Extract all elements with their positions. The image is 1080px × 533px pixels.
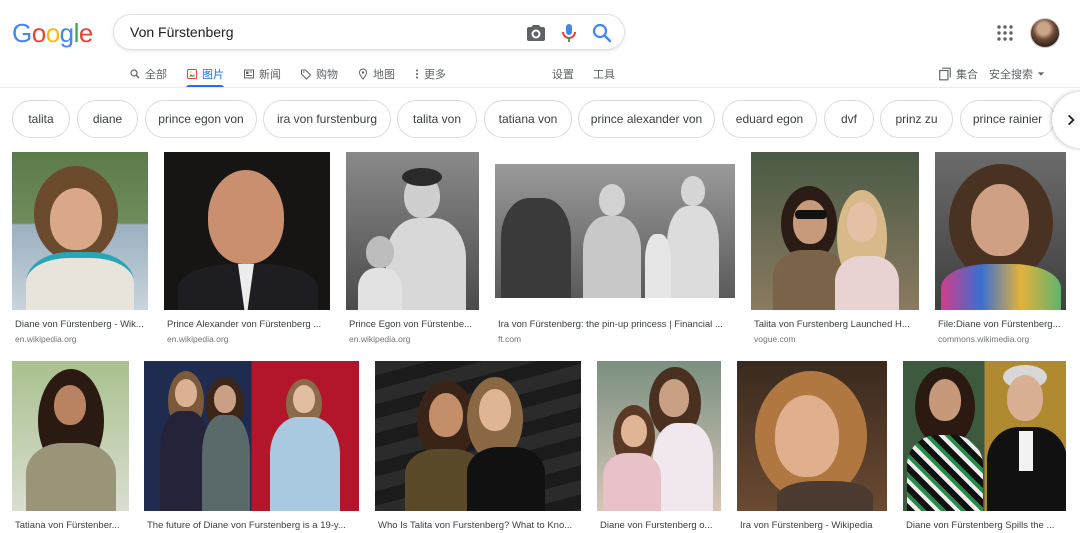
result-thumbnail <box>495 164 735 298</box>
image-result[interactable]: Diane von Furstenberg o... <box>597 361 721 533</box>
google-logo[interactable]: Google <box>12 18 93 49</box>
result-caption: Ira von Fürstenberg - Wikipedia <box>740 520 873 531</box>
result-source: en.wikipedia.org <box>167 334 229 344</box>
result-thumbnail <box>12 152 148 310</box>
result-caption: Prince Alexander von Fürstenberg ... <box>167 319 322 330</box>
tab-shopping[interactable]: 购物 <box>300 62 338 86</box>
header-divider <box>0 87 1080 88</box>
result-thumbnail <box>375 361 581 511</box>
tab-images[interactable]: 图片 <box>186 62 224 88</box>
result-thumbnail <box>144 361 359 511</box>
search-icon <box>130 69 140 79</box>
result-thumbnail <box>12 361 129 511</box>
tab-more[interactable]: 更多 <box>414 62 446 86</box>
tab-label: 地图 <box>373 69 395 81</box>
more-vert-icon <box>416 69 418 79</box>
result-source: en.wikipedia.org <box>349 334 411 344</box>
chip[interactable]: dvf <box>824 100 874 138</box>
result-caption: Diane von Fürstenberg - Wik... <box>15 319 144 330</box>
chip[interactable]: ira von furstenburg <box>263 100 391 138</box>
result-caption: Prince Egon von Fürstenbe... <box>349 319 473 330</box>
chip[interactable]: prince egon von <box>145 100 257 138</box>
image-result[interactable]: The future of Diane von Furstenberg is a… <box>144 361 359 533</box>
tag-icon <box>301 69 312 80</box>
chip[interactable]: prince alexander von <box>578 100 715 138</box>
tab-label: 安全搜索 <box>989 69 1033 81</box>
safesearch-link[interactable]: 安全搜索 <box>989 62 1045 86</box>
result-source: vogue.com <box>754 334 796 344</box>
settings-link[interactable]: 设置 <box>552 62 574 86</box>
account-avatar[interactable] <box>1030 18 1060 48</box>
apps-grid-icon[interactable] <box>996 24 1014 42</box>
camera-icon[interactable] <box>524 21 548 45</box>
chip[interactable]: talita von <box>397 100 477 138</box>
search-icon[interactable] <box>590 21 614 45</box>
image-result[interactable]: Diane von Fürstenberg Spills the ... <box>903 361 1066 533</box>
chip[interactable]: talita <box>12 100 70 138</box>
image-result[interactable]: Prince Alexander von Fürstenberg ... en.… <box>164 152 330 344</box>
tools-link[interactable]: 工具 <box>593 62 615 86</box>
result-thumbnail <box>597 361 721 511</box>
map-pin-icon <box>358 68 368 80</box>
image-icon <box>187 69 197 79</box>
tab-label: 图片 <box>202 69 224 81</box>
chip[interactable]: eduard egon <box>722 100 817 138</box>
tab-label: 更多 <box>424 69 446 81</box>
logo-letter: g <box>59 18 74 48</box>
news-icon <box>244 69 254 79</box>
result-caption: Talita von Furstenberg Launched H... <box>754 319 910 330</box>
result-source: en.wikipedia.org <box>15 334 77 344</box>
result-thumbnail <box>164 152 330 310</box>
image-result[interactable]: Ira von Fürstenberg - Wikipedia <box>737 361 887 533</box>
chip[interactable]: prince rainier <box>960 100 1055 138</box>
search-box[interactable]: Von Fürstenberg <box>113 14 625 50</box>
caret-down-icon <box>1037 72 1045 76</box>
tab-maps[interactable]: 地图 <box>357 62 395 86</box>
logo-letter: o <box>31 18 46 48</box>
chip[interactable]: tatiana von <box>484 100 572 138</box>
result-thumbnail <box>903 361 1066 511</box>
tab-label: 设置 <box>552 69 574 81</box>
result-caption: Diane von Furstenberg o... <box>600 520 713 531</box>
tab-label: 购物 <box>316 69 338 81</box>
image-result[interactable]: Tatiana von Fürstenber... <box>12 361 129 533</box>
result-caption: Ira von Fürstenberg: the pin-up princess… <box>498 319 723 330</box>
result-caption: Diane von Fürstenberg Spills the ... <box>906 520 1055 531</box>
result-source: ft.com <box>498 334 522 344</box>
tab-label: 新闻 <box>259 69 281 81</box>
chips-next-button[interactable] <box>1052 92 1080 148</box>
tab-all[interactable]: 全部 <box>129 62 167 86</box>
result-caption: Who Is Talita von Furstenberg? What to K… <box>378 520 573 531</box>
chevron-right-icon <box>1068 114 1075 126</box>
search-tabs: 全部 图片 新闻 购物 地图 更多 设置 工具 集合 安全搜索 <box>0 62 1080 88</box>
image-result[interactable]: Talita von Furstenberg Launched H... vog… <box>751 152 919 344</box>
bookmark-icon <box>939 67 951 81</box>
result-thumbnail <box>346 152 479 310</box>
chip[interactable]: prinz zu <box>880 100 953 138</box>
chip[interactable]: diane <box>77 100 138 138</box>
microphone-icon[interactable] <box>557 21 581 45</box>
tab-label: 集合 <box>956 69 978 81</box>
tab-label: 全部 <box>145 69 167 81</box>
result-caption: The future of Diane von Furstenberg is a… <box>147 520 346 531</box>
result-source: commons.wikimedia.org <box>938 334 1030 344</box>
tab-news[interactable]: 新闻 <box>243 62 281 86</box>
result-caption: Tatiana von Fürstenber... <box>15 520 120 531</box>
result-thumbnail <box>935 152 1066 310</box>
image-result[interactable]: Diane von Fürstenberg - Wik... en.wikipe… <box>12 152 148 344</box>
tab-label: 工具 <box>593 69 615 81</box>
search-input[interactable]: Von Fürstenberg <box>130 24 234 40</box>
result-thumbnail <box>751 152 919 310</box>
collections-link[interactable]: 集合 <box>938 62 978 86</box>
image-result[interactable]: File:Diane von Fürstenberg... commons.wi… <box>935 152 1066 344</box>
logo-letter: G <box>12 18 32 48</box>
result-thumbnail <box>737 361 887 511</box>
image-result[interactable]: Ira von Fürstenberg: the pin-up princess… <box>495 164 735 344</box>
result-caption: File:Diane von Fürstenberg... <box>938 319 1061 330</box>
image-result[interactable]: Who Is Talita von Furstenberg? What to K… <box>375 361 581 533</box>
image-result[interactable]: Prince Egon von Fürstenbe... en.wikipedi… <box>346 152 479 344</box>
logo-letter: o <box>45 18 60 48</box>
logo-letter: e <box>78 18 93 48</box>
